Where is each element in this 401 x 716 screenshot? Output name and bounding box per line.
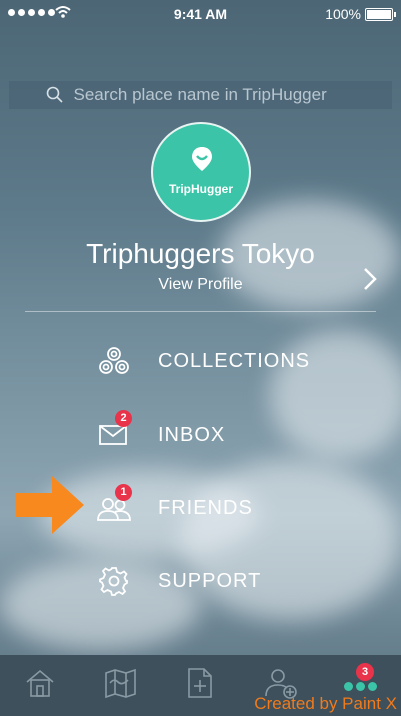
menu-item-friends[interactable]: 1 FRIENDS — [95, 484, 375, 528]
menu-item-label: SUPPORT — [158, 569, 262, 592]
gear-icon — [99, 567, 128, 596]
logo-text: TripHugger — [168, 182, 233, 196]
app-screen: 9:41 AM 100% TripHugger Triphuggers Toky… — [0, 0, 401, 716]
divider — [25, 311, 376, 312]
menu-item-label: FRIENDS — [158, 496, 253, 519]
home-icon[interactable] — [24, 667, 56, 699]
add-document-icon[interactable] — [186, 667, 214, 699]
watermark-credit: Created by Paint X — [254, 694, 397, 713]
search-input[interactable] — [71, 84, 356, 106]
pointer-arrow-icon — [16, 476, 84, 534]
view-profile-link[interactable]: View Profile — [0, 276, 401, 294]
menu-item-collections[interactable]: COLLECTIONS — [95, 341, 375, 381]
map-icon[interactable] — [104, 667, 138, 699]
menu-item-inbox[interactable]: 2 INBOX — [95, 410, 375, 455]
menu-item-label: INBOX — [158, 423, 226, 446]
battery-icon — [365, 8, 396, 21]
search-icon — [46, 86, 63, 103]
more-badge: 3 — [356, 663, 374, 681]
menu-item-label: COLLECTIONS — [158, 349, 311, 372]
friends-badge: 1 — [115, 484, 132, 501]
location-pin-icon — [192, 147, 212, 171]
envelope-icon — [99, 425, 127, 445]
battery-percent: 100% — [325, 6, 361, 22]
status-bar: 9:41 AM 100% — [0, 0, 401, 28]
spiral-icon — [99, 347, 129, 374]
search-bar — [9, 81, 392, 109]
tab-bar: 3 Created by Paint X — [0, 655, 401, 716]
chevron-right-icon[interactable] — [362, 266, 378, 292]
inbox-badge: 2 — [115, 410, 132, 427]
profile-avatar[interactable]: TripHugger — [151, 122, 251, 222]
menu-item-support[interactable]: SUPPORT — [95, 561, 375, 601]
profile-name: Triphuggers Tokyo — [86, 238, 315, 269]
